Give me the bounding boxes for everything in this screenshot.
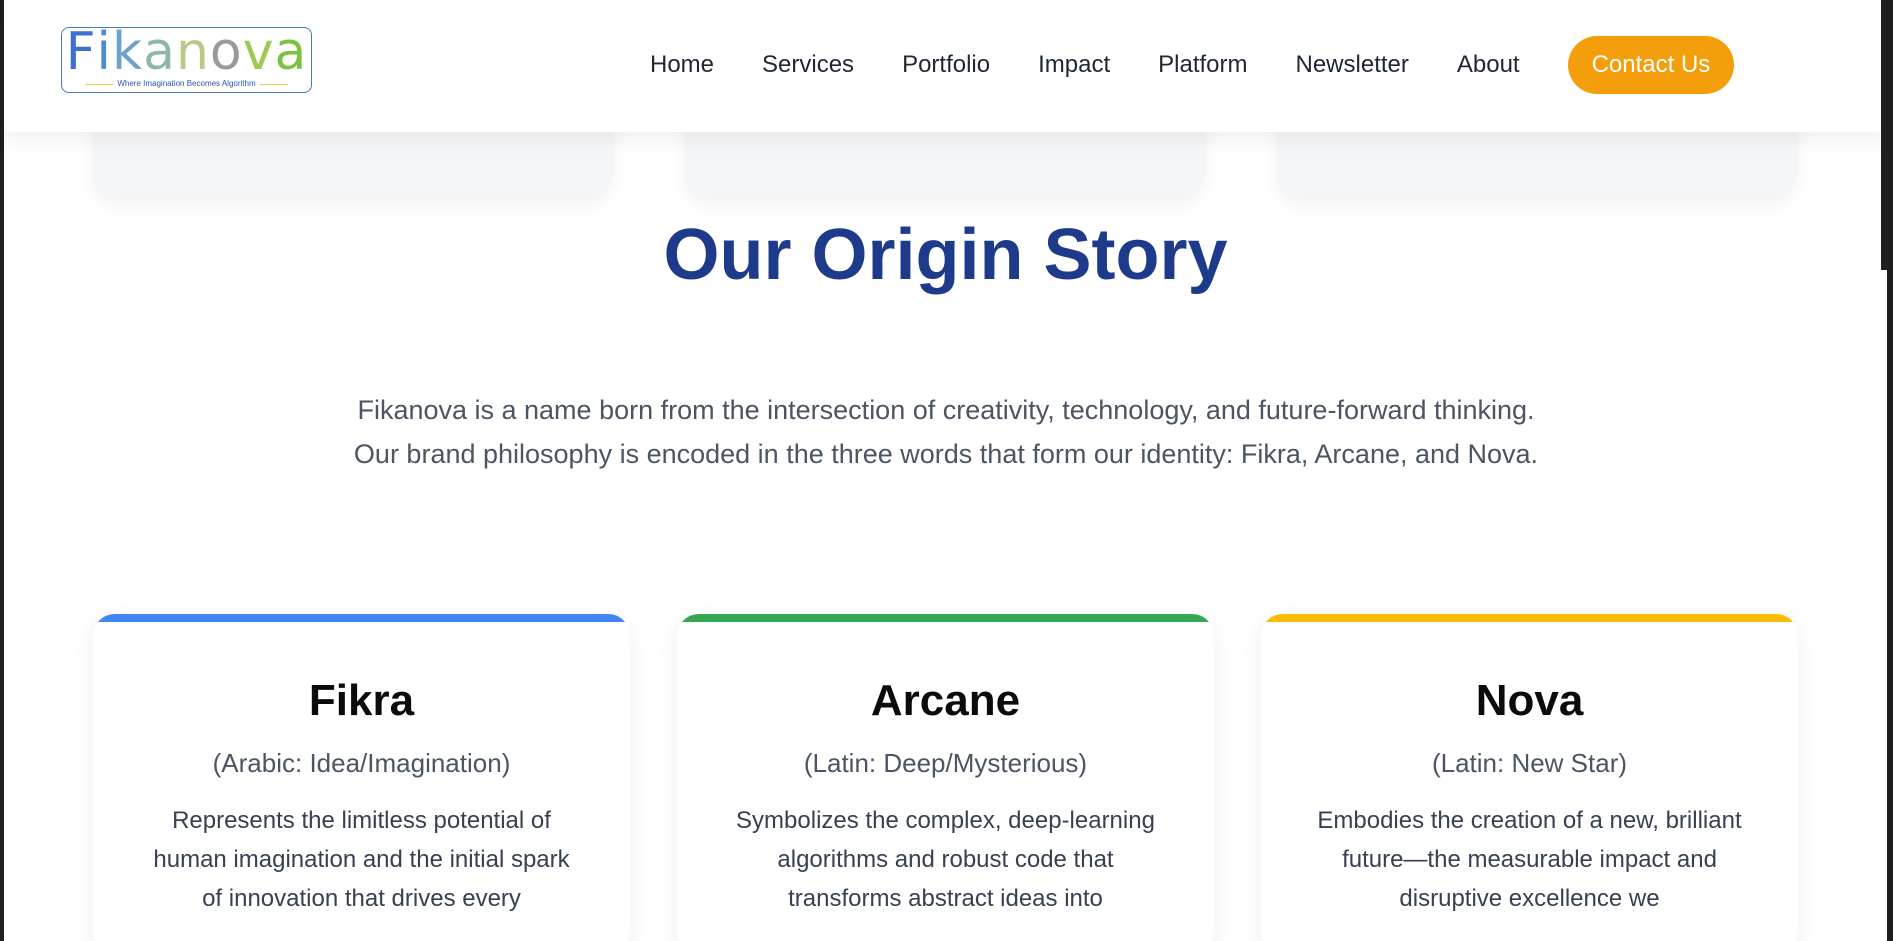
card-accent-bar <box>1261 614 1798 622</box>
card-origin: (Arabic: Idea/Imagination) <box>212 748 511 778</box>
nav-platform[interactable]: Platform <box>1158 51 1247 79</box>
site-header: Fikanova Where Imagination Becomes Algor… <box>4 0 1887 132</box>
logo-letter: k <box>111 22 144 82</box>
section-title: Our Origin Story <box>663 215 1228 295</box>
nav-services[interactable]: Services <box>762 51 854 79</box>
nav-home[interactable]: Home <box>650 51 714 79</box>
card-origin: (Latin: New Star) <box>1431 748 1628 778</box>
nav-portfolio[interactable]: Portfolio <box>902 51 990 79</box>
logo-wordmark: Fikanova <box>66 26 308 78</box>
logo-letter: a <box>274 22 308 82</box>
logo-letter: i <box>96 22 112 82</box>
contact-us-button[interactable]: Contact Us <box>1567 36 1735 94</box>
card-title: Arcane <box>870 676 1021 725</box>
main-nav: Home Services Portfolio Impact Platform … <box>650 36 1735 94</box>
card-origin: (Latin: Deep/Mysterious) <box>803 748 1088 778</box>
card-accent-bar <box>677 614 1214 622</box>
logo-letter: F <box>65 22 97 82</box>
logo-letter: n <box>175 22 210 82</box>
logo-letter: a <box>143 22 176 82</box>
scrollbar-thumb[interactable] <box>1881 0 1887 270</box>
card-title: Nova <box>1475 676 1584 725</box>
card-description: Symbolizes the complex, deep-learning al… <box>736 807 1155 912</box>
card-accent-bar <box>93 614 630 622</box>
card-description: Represents the limitless potential of hu… <box>153 807 570 912</box>
word-card-arcane: Arcane (Latin: Deep/Mysterious) Symboliz… <box>677 614 1214 941</box>
nav-newsletter[interactable]: Newsletter <box>1296 51 1409 79</box>
section-intro: Fikanova is a name born from the interse… <box>353 395 1539 469</box>
logo-letter: v <box>242 22 275 82</box>
nav-about[interactable]: About <box>1457 51 1520 79</box>
logo-tagline: Where Imagination Becomes Algorithm <box>83 79 289 88</box>
word-card-fikra: Fikra (Arabic: Idea/Imagination) Represe… <box>93 614 630 941</box>
card-title: Fikra <box>308 676 415 725</box>
word-card-nova: Nova (Latin: New Star) Embodies the crea… <box>1261 614 1798 941</box>
card-description: Embodies the creation of a new, brillian… <box>1317 807 1742 912</box>
nav-impact[interactable]: Impact <box>1038 51 1110 79</box>
logo-letter: o <box>209 22 243 82</box>
brand-logo[interactable]: Fikanova Where Imagination Becomes Algor… <box>61 26 312 93</box>
